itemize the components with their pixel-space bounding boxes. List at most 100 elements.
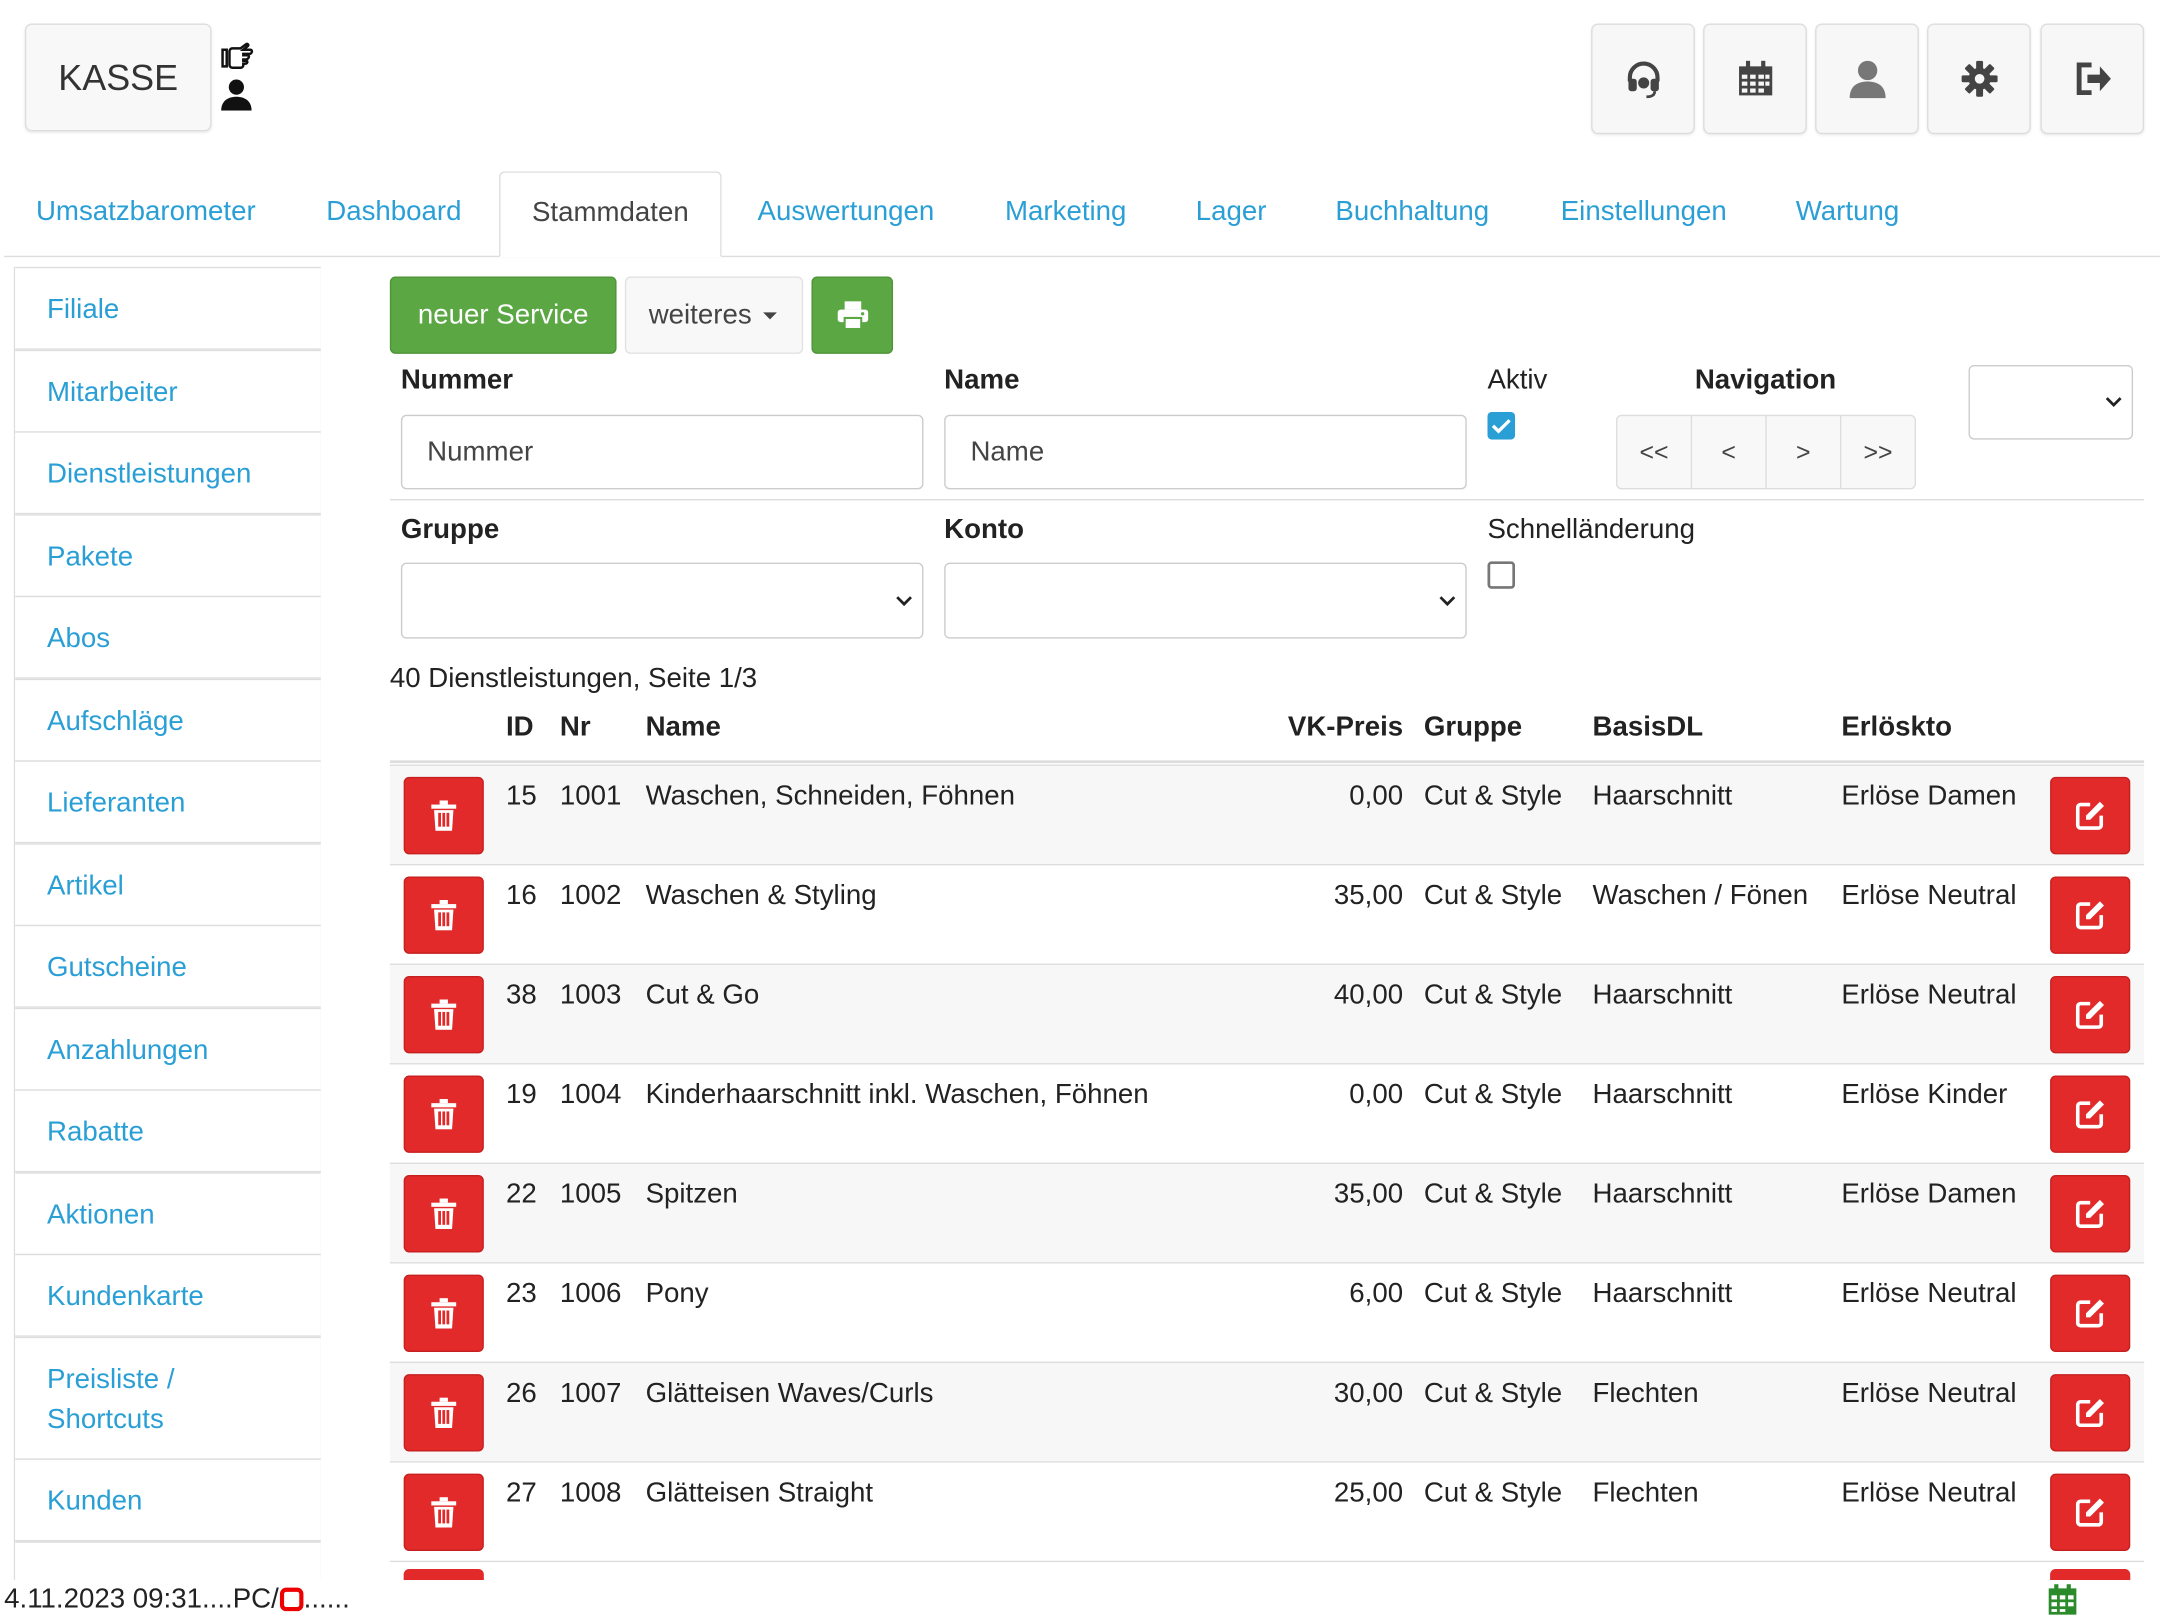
kasse-button[interactable]: KASSE — [24, 23, 212, 132]
cell-account: Erlöse Neutral — [1841, 1278, 2017, 1310]
cell-id: 26 — [505, 1378, 537, 1409]
cell-nr: 1005 — [559, 1179, 622, 1210]
sidebar-item-gutscheine[interactable]: Gutscheine — [15, 924, 321, 1008]
cell-group: Cut & Style — [1423, 980, 1563, 1011]
chevron-down-icon — [2105, 397, 2122, 407]
sidebar-item-rabatte[interactable]: Rabatte — [15, 1089, 321, 1173]
cell-id: 38 — [505, 980, 537, 1011]
edit-button[interactable] — [2050, 975, 2131, 1054]
name-input[interactable] — [944, 414, 1467, 490]
tab-umsatzbarometer[interactable]: Umsatzbarometer — [36, 171, 256, 257]
gruppe-label: Gruppe — [400, 514, 500, 545]
gear-button[interactable] — [1927, 23, 2031, 135]
table-row: 23 1006 Pony 6,00 Cut & Style Haarschnitt Erlö… — [389, 1262, 2145, 1362]
nav-first-button[interactable]: << — [1617, 416, 1693, 488]
sidebar-item-aktionen[interactable]: Aktionen — [15, 1172, 321, 1256]
tab-wartung[interactable]: Wartung — [1796, 171, 1899, 257]
table-row: 19 1004 Kinderhaarschnitt inkl. Waschen, F… — [389, 1063, 2145, 1163]
calendar-icon — [1738, 60, 1772, 96]
gruppe-select[interactable] — [400, 562, 924, 639]
edit-button[interactable] — [2050, 1374, 2131, 1452]
delete-button-partial[interactable] — [403, 1569, 484, 1581]
calendar-button[interactable] — [1703, 23, 1807, 135]
logout-button[interactable] — [2040, 23, 2145, 135]
sidebar-item-dienstleistungen[interactable]: Dienstleistungen — [15, 431, 321, 515]
trash-icon — [431, 1298, 457, 1329]
sidebar-item-label: Lieferanten — [47, 787, 186, 819]
tab-dashboard[interactable]: Dashboard — [326, 171, 461, 257]
tab-buchhaltung[interactable]: Buchhaltung — [1335, 171, 1489, 257]
konto-select[interactable] — [944, 562, 1467, 639]
aktiv-checkbox[interactable] — [1487, 411, 1516, 440]
sidebar-item-preisliste-shortcuts[interactable]: Preisliste / Shortcuts — [15, 1336, 321, 1460]
tab-einstellungen[interactable]: Einstellungen — [1561, 171, 1727, 257]
cell-name: Cut & Go — [645, 980, 760, 1011]
sidebar-item-lieferanten[interactable]: Lieferanten — [15, 760, 321, 844]
cell-price: 0,00 — [1349, 781, 1404, 812]
edit-button[interactable] — [2050, 1274, 2131, 1352]
sidebar-item-label: Aktionen — [47, 1199, 155, 1231]
new-service-button[interactable]: neuer Service — [389, 276, 617, 354]
delete-button[interactable] — [403, 1175, 484, 1253]
delete-button[interactable] — [403, 975, 484, 1054]
cell-basis: Haarschnitt — [1592, 1079, 1733, 1111]
sidebar-item-pakete[interactable]: Pakete — [15, 514, 321, 598]
pagination-nav: << < > >> — [1616, 414, 1917, 490]
sidebar-item-kunden[interactable]: Kunden — [15, 1458, 321, 1542]
cell-group: Cut & Style — [1423, 1179, 1563, 1210]
sidebar-item-abos[interactable]: Abos — [15, 595, 321, 679]
cell-account: Erlöse Neutral — [1841, 980, 2017, 1011]
sidebar-item-anzahlungen[interactable]: Anzahlungen — [15, 1007, 321, 1091]
cell-name: Kinderhaarschnitt inkl. Waschen, Föhnen — [645, 1079, 1149, 1111]
edit-button[interactable] — [2050, 1473, 2131, 1552]
page-size-select[interactable] — [1968, 364, 2134, 440]
sidebar-item-label: Filiale — [47, 294, 120, 325]
sidebar-item-label: Anzahlungen — [47, 1035, 209, 1066]
nav-next-button[interactable]: > — [1767, 416, 1842, 488]
gear-icon — [1960, 60, 1997, 97]
table-row: 26 1007 Glätteisen Waves/Curls 30,00 Cut & S… — [389, 1361, 2145, 1462]
nav-prev-button[interactable]: < — [1692, 416, 1767, 488]
edit-button[interactable] — [2050, 1175, 2131, 1253]
print-button[interactable] — [811, 276, 894, 354]
delete-button[interactable] — [403, 776, 484, 855]
user-button[interactable] — [1815, 23, 1919, 135]
edit-button-partial[interactable] — [2050, 1569, 2131, 1581]
schnellaenderung-checkbox[interactable] — [1487, 561, 1516, 589]
cell-id: 27 — [505, 1477, 537, 1509]
sidebar-item-label: Preisliste / Shortcuts — [47, 1364, 175, 1435]
tab-stammdaten[interactable]: Stammdaten — [499, 171, 722, 258]
sidebar-item-filiale[interactable]: Filiale — [15, 266, 321, 350]
sidebar-item-artikel[interactable]: Artikel — [15, 843, 321, 927]
delete-button[interactable] — [403, 1374, 484, 1452]
delete-button[interactable] — [403, 1075, 484, 1153]
sidebar: Filiale Mitarbeiter Dienstleistungen Pakete… — [13, 266, 321, 1597]
support-headset-button[interactable] — [1591, 23, 1695, 135]
edit-button[interactable] — [2050, 876, 2131, 954]
trash-icon — [431, 1497, 457, 1528]
sidebar-item-mitarbeiter[interactable]: Mitarbeiter — [15, 349, 321, 433]
cell-nr: 1003 — [559, 980, 622, 1011]
edit-icon — [2075, 1199, 2105, 1228]
sidebar-item-kundenkarte[interactable]: Kundenkarte — [15, 1253, 321, 1337]
nav-last-button[interactable]: >> — [1841, 416, 1914, 488]
tab-marketing[interactable]: Marketing — [1005, 171, 1126, 257]
table-row: 15 1001 Waschen, Schneiden, Föhnen 0,00 Cut … — [389, 764, 2145, 864]
tab-lager[interactable]: Lager — [1196, 171, 1267, 257]
delete-button[interactable] — [403, 876, 484, 954]
support-headset-icon — [1627, 61, 1659, 99]
cell-account: Erlöse Damen — [1841, 781, 2017, 812]
delete-button[interactable] — [403, 1473, 484, 1552]
navigation-label: Navigation — [1694, 364, 1837, 396]
nummer-input[interactable] — [400, 414, 924, 490]
more-dropdown-button[interactable]: weiteres — [624, 276, 804, 354]
sidebar-item-label: Pakete — [47, 541, 134, 573]
sidebar-item-aufschläge[interactable]: Aufschläge — [15, 678, 321, 762]
nummer-label: Nummer — [400, 364, 514, 396]
delete-button[interactable] — [403, 1274, 484, 1352]
tab-auswertungen[interactable]: Auswertungen — [758, 171, 935, 257]
cell-nr: 1002 — [559, 880, 622, 912]
edit-button[interactable] — [2050, 1075, 2131, 1153]
edit-button[interactable] — [2050, 776, 2131, 855]
calendar-grid-icon[interactable] — [2047, 1583, 2077, 1616]
